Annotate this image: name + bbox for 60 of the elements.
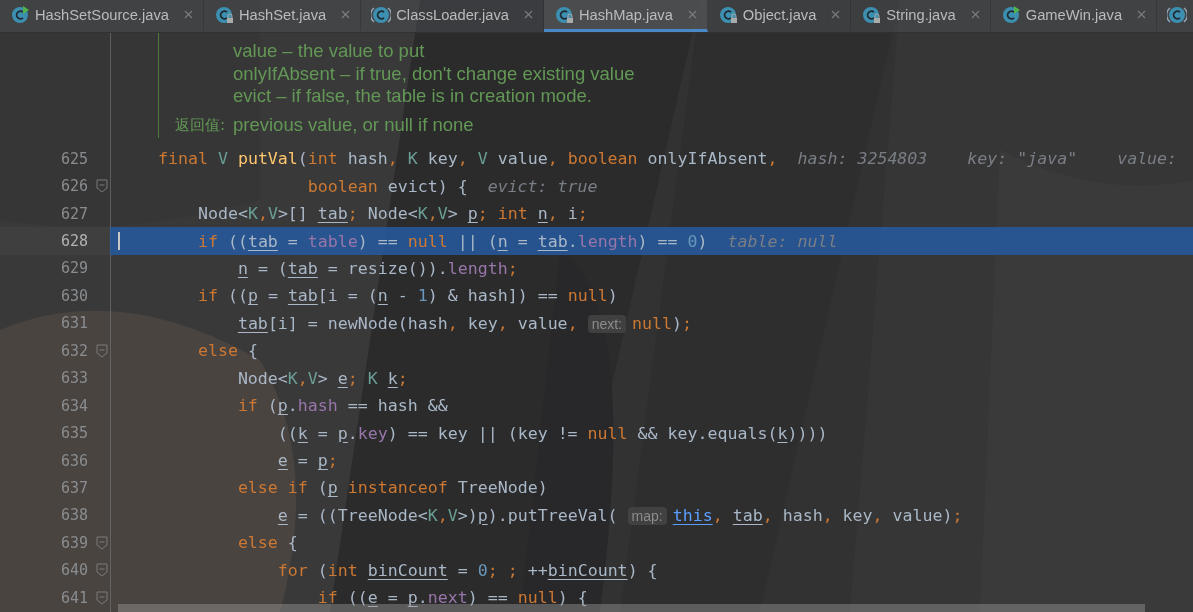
fold-marker-icon[interactable] bbox=[96, 179, 108, 194]
editor-tab[interactable]: String.java bbox=[851, 0, 991, 32]
line-number: 629 bbox=[59, 259, 88, 278]
line-number: 626 bbox=[59, 177, 88, 196]
line-number: 634 bbox=[59, 396, 88, 415]
class-file-icon bbox=[1167, 4, 1188, 25]
line-number: 639 bbox=[59, 533, 88, 552]
code-line: Node<K,V>[] tab; Node<K,V> p; int n, i; bbox=[196, 204, 588, 224]
code-line: for (int binCount = 0; ; ++binCount) { bbox=[276, 560, 658, 580]
line-number: 632 bbox=[59, 341, 88, 360]
fold-marker-icon[interactable] bbox=[96, 343, 108, 358]
line-number: 625 bbox=[59, 149, 88, 168]
editor-tab[interactable]: HashMap.java bbox=[543, 0, 708, 32]
class-file-icon bbox=[10, 4, 30, 25]
code-line: e = ((TreeNode<K,V>)p).putTreeVal( map: this, tab, hash, key, value); bbox=[276, 505, 963, 525]
class-file-icon bbox=[213, 4, 234, 25]
doc-label: 返回值: bbox=[175, 114, 227, 136]
line-number: 627 bbox=[59, 204, 88, 223]
code-line: final V putVal(int hash, K key, V value, boolean onlyIfAbsent, hash: 3254803 key: "java" value: bbox=[156, 149, 1178, 169]
line-number: 638 bbox=[59, 506, 88, 525]
code-line: Node<K,V> e; K k; bbox=[236, 368, 408, 388]
line-number: 635 bbox=[59, 424, 88, 443]
code-line: e = p; bbox=[276, 451, 338, 471]
code-line: else { bbox=[196, 341, 258, 361]
line-number: 637 bbox=[59, 478, 88, 497]
code-line: tab[i] = newNode(hash, key, value, next: null); bbox=[236, 313, 692, 333]
doc-comment-line: previous value, or null if none bbox=[233, 113, 474, 136]
doc-comment-line: evict – if false, the table is in creation mode. bbox=[232, 85, 593, 108]
line-number: 641 bbox=[59, 588, 88, 607]
code-line: if ((p = tab[i = (n - 1) & hash]) == null) bbox=[196, 286, 618, 306]
doc-comment-line: value – the value to put bbox=[232, 40, 426, 63]
class-file-icon bbox=[861, 4, 882, 25]
class-file-icon bbox=[371, 4, 392, 25]
editor-tab[interactable]: HashSetSource.java bbox=[0, 0, 204, 32]
doc-comment-line: onlyIfAbsent – if true, don't change existing value bbox=[232, 62, 636, 85]
code-link[interactable]: this bbox=[672, 505, 713, 525]
fold-marker-icon[interactable] bbox=[96, 563, 108, 578]
code-line: else { bbox=[236, 533, 298, 553]
code-line: n = (tab = resize()).length; bbox=[236, 258, 518, 278]
line-number: 630 bbox=[59, 286, 88, 305]
line-number: 636 bbox=[59, 451, 88, 470]
editor-tab[interactable]: ClassLoader.java bbox=[361, 0, 544, 32]
code-line: boolean evict) { evict: true bbox=[306, 176, 598, 196]
line-number: 631 bbox=[59, 314, 88, 333]
line-number: 628 bbox=[59, 232, 88, 251]
fold-marker-icon[interactable] bbox=[96, 535, 108, 550]
fold-marker-icon[interactable] bbox=[96, 590, 108, 605]
class-file-icon bbox=[553, 4, 574, 25]
class-file-icon bbox=[1000, 4, 1021, 25]
code-line: ((k = p.key) == key || (key != null && key.equals(k)))) bbox=[276, 423, 828, 443]
code-line: else if (p instanceof TreeNode) bbox=[236, 478, 548, 498]
code-line: if (p.hash == hash && bbox=[236, 396, 448, 416]
code-line: if ((e = p.next) == null) { bbox=[316, 588, 588, 608]
line-number: 640 bbox=[59, 561, 88, 580]
editor-tab[interactable]: Object.java bbox=[707, 0, 852, 32]
editor-tab[interactable]: HashSet.java bbox=[203, 0, 362, 32]
editor-tab[interactable]: GameWin.java bbox=[990, 0, 1158, 32]
line-number: 633 bbox=[59, 369, 88, 388]
class-file-icon bbox=[717, 4, 738, 25]
code-line: if ((tab = table) == null || (n = tab.length) == 0) table: null bbox=[196, 231, 838, 251]
